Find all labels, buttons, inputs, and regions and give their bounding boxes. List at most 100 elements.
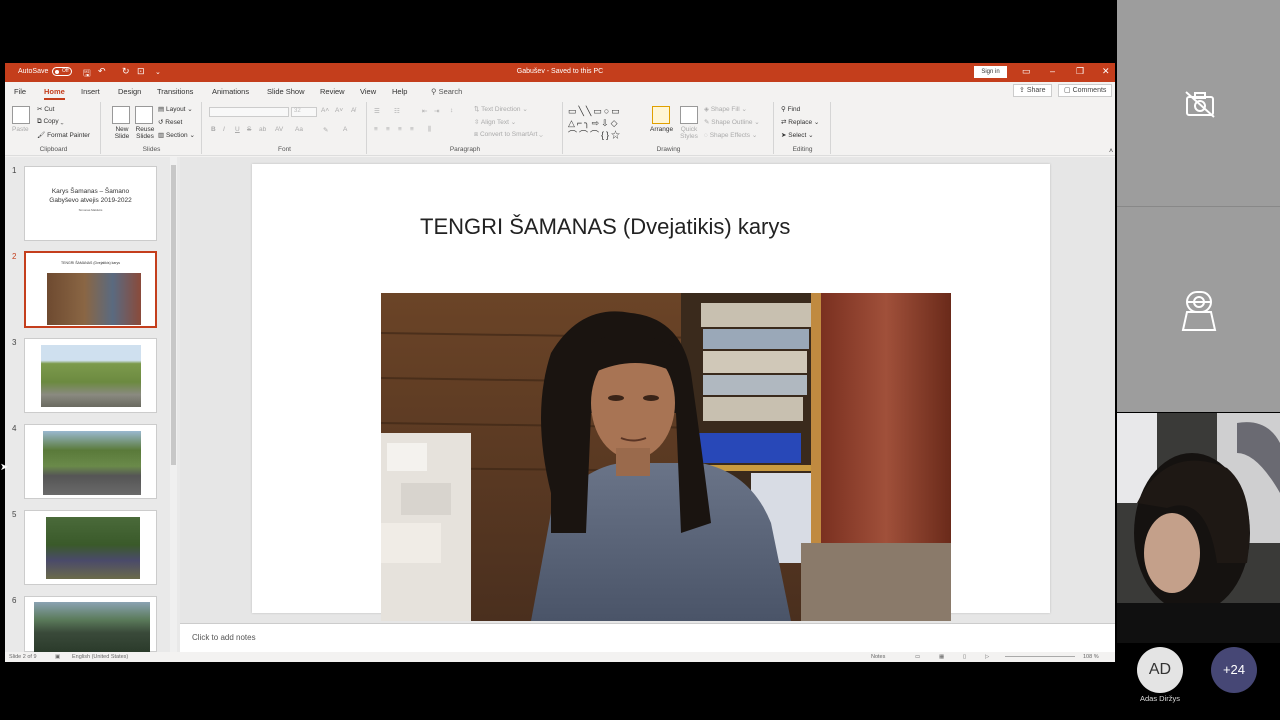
tab-animations[interactable]: Animations bbox=[212, 87, 249, 96]
font-family-box[interactable] bbox=[209, 107, 289, 117]
participant-video[interactable] bbox=[1117, 413, 1280, 643]
select-button[interactable]: ➤ Select ⌄ bbox=[781, 131, 814, 139]
slide-thumbnail-4[interactable] bbox=[24, 424, 157, 499]
normal-view-icon[interactable]: ▭ bbox=[915, 654, 920, 660]
align-text-button[interactable]: ⇳ Align Text ⌄ bbox=[474, 118, 516, 126]
ribbon-display-icon[interactable]: ▭ bbox=[1022, 66, 1031, 77]
section-button[interactable]: ▥ Section ⌄ bbox=[158, 131, 195, 139]
notes-toggle[interactable]: Notes bbox=[871, 654, 885, 660]
slide-thumbnail-3[interactable] bbox=[24, 338, 157, 413]
bold-button[interactable]: B bbox=[211, 126, 216, 133]
language-label[interactable]: English (United States) bbox=[72, 654, 128, 660]
new-slide-icon[interactable] bbox=[112, 106, 130, 124]
slide-photo-shaman[interactable] bbox=[381, 293, 951, 621]
webcam-icon[interactable] bbox=[1179, 290, 1219, 332]
tab-slide-show[interactable]: Slide Show bbox=[267, 87, 305, 96]
shadow-button[interactable]: ab bbox=[259, 126, 266, 133]
tab-review[interactable]: Review bbox=[320, 87, 345, 96]
cut-button[interactable]: ✂ Cut bbox=[37, 105, 54, 113]
paste-icon[interactable] bbox=[12, 106, 30, 124]
font-color-icon[interactable]: A bbox=[343, 126, 347, 133]
slide-sorter-icon[interactable]: ▦ bbox=[939, 654, 944, 660]
search-box[interactable]: ⚲ Search bbox=[431, 87, 462, 96]
convert-smartart-button[interactable]: ⧈ Convert to SmartArt ⌄ bbox=[474, 131, 543, 139]
collapse-ribbon-icon[interactable]: ˄ bbox=[1109, 148, 1113, 155]
shapes-gallery[interactable]: ▭╲╲▭○▭ △⌐╮⇨⇩◇ ⌒⌒⌒{}☆ bbox=[568, 105, 642, 141]
highlight-icon[interactable]: ✎ bbox=[323, 126, 328, 134]
current-slide[interactable]: TENGRI ŠAMANAS (Dvejatikis) karys bbox=[252, 164, 1050, 621]
tab-home[interactable]: Home bbox=[44, 87, 65, 100]
slide-thumbnail-6[interactable] bbox=[24, 596, 157, 653]
reading-view-icon[interactable]: ▯ bbox=[963, 654, 966, 660]
align-right-icon[interactable]: ≡ bbox=[398, 126, 402, 133]
shape-outline-button[interactable]: ✎ Shape Outline ⌄ bbox=[704, 118, 760, 126]
quick-styles-button[interactable]: Quick Styles bbox=[678, 126, 700, 140]
reuse-slides-button[interactable]: Reuse Slides bbox=[133, 126, 157, 140]
justify-icon[interactable]: ≡ bbox=[410, 126, 414, 133]
clear-format-icon[interactable]: A̸ bbox=[351, 107, 355, 114]
notes-pane[interactable]: Click to add notes bbox=[180, 623, 1115, 652]
zoom-level[interactable]: 108 % bbox=[1083, 654, 1099, 660]
tab-help[interactable]: Help bbox=[392, 87, 407, 96]
tab-file[interactable]: File bbox=[14, 87, 26, 96]
indent-decrease-icon[interactable]: ⇤ bbox=[422, 107, 427, 115]
scrollbar-thumb[interactable] bbox=[171, 165, 176, 465]
char-spacing-button[interactable]: AV bbox=[275, 126, 283, 133]
text-direction-button[interactable]: ⇅ Text Direction ⌄ bbox=[474, 105, 528, 113]
camera-off-icon[interactable] bbox=[1184, 90, 1216, 118]
tab-transitions[interactable]: Transitions bbox=[157, 87, 193, 96]
indent-increase-icon[interactable]: ⇥ bbox=[434, 107, 439, 115]
minimize-icon[interactable]: – bbox=[1050, 66, 1055, 76]
numbering-icon[interactable]: ☷ bbox=[394, 107, 400, 115]
change-case-button[interactable]: Aa bbox=[295, 126, 303, 133]
decrease-font-icon[interactable]: A˅ bbox=[335, 107, 343, 114]
zoom-slider[interactable] bbox=[1005, 656, 1075, 657]
tab-design[interactable]: Design bbox=[118, 87, 141, 96]
comments-button[interactable]: ▢ Comments bbox=[1058, 84, 1113, 97]
reuse-slides-icon[interactable] bbox=[135, 106, 153, 124]
strikethrough-button[interactable]: S bbox=[247, 126, 251, 133]
font-size-box[interactable]: 32 bbox=[291, 107, 317, 117]
quick-styles-icon[interactable] bbox=[680, 106, 698, 124]
line-spacing-icon[interactable]: ↕ bbox=[450, 107, 453, 114]
thumbnail-scrollbar[interactable] bbox=[170, 157, 177, 652]
editing-group: ⚲ Find ⇄ Replace ⌄ ➤ Select ⌄ Editing bbox=[775, 102, 831, 154]
align-left-icon[interactable]: ≡ bbox=[374, 126, 378, 133]
replace-button[interactable]: ⇄ Replace ⌄ bbox=[781, 118, 819, 126]
slide-thumbnail-5[interactable] bbox=[24, 510, 157, 585]
share-button[interactable]: ⇪ Share bbox=[1013, 84, 1052, 97]
arrange-icon[interactable] bbox=[652, 106, 670, 124]
search-label: Search bbox=[438, 87, 463, 96]
tab-insert[interactable]: Insert bbox=[81, 87, 100, 96]
slide-thumbnail-2[interactable]: TENGRI ŠAMANAS (Dvejatikis) karys bbox=[24, 251, 157, 328]
slideshow-view-icon[interactable]: ▷ bbox=[985, 654, 989, 660]
close-icon[interactable]: ✕ bbox=[1102, 66, 1110, 77]
paint-bucket-icon: ◈ bbox=[704, 106, 709, 113]
slide-thumbnail-1[interactable]: Karys Šamanas – Šamano Gabyševo atvejis … bbox=[24, 166, 157, 241]
italic-button[interactable]: I bbox=[223, 126, 225, 133]
shape-effects-button[interactable]: ◌ Shape Effects ⌄ bbox=[704, 131, 757, 139]
format-painter-button[interactable]: 🖌 Format Painter bbox=[37, 131, 90, 139]
slide-title[interactable]: TENGRI ŠAMANAS (Dvejatikis) karys bbox=[420, 214, 790, 240]
reset-button[interactable]: ↺ Reset bbox=[158, 118, 182, 126]
align-center-icon[interactable]: ≡ bbox=[386, 126, 390, 133]
thumb-photo-group bbox=[43, 431, 141, 495]
shape-fill-button[interactable]: ◈ Shape Fill ⌄ bbox=[704, 105, 747, 113]
participant-avatar[interactable]: AD bbox=[1137, 647, 1183, 693]
share-label: Share bbox=[1026, 87, 1046, 94]
layout-button[interactable]: ▤ Layout ⌄ bbox=[158, 105, 193, 113]
increase-font-icon[interactable]: A˄ bbox=[321, 107, 329, 114]
columns-icon[interactable]: ⫼ bbox=[428, 126, 431, 134]
accessibility-icon[interactable]: ▣ bbox=[55, 654, 60, 660]
more-participants-button[interactable]: +24 bbox=[1211, 647, 1257, 693]
paste-button[interactable]: Paste bbox=[12, 126, 29, 133]
arrange-button[interactable]: Arrange bbox=[650, 126, 673, 133]
sign-in-button[interactable]: Sign in bbox=[974, 66, 1007, 78]
copy-button[interactable]: ⧉ Copy ⌄ bbox=[37, 118, 64, 126]
restore-icon[interactable]: ❐ bbox=[1076, 66, 1084, 77]
underline-button[interactable]: U bbox=[235, 126, 240, 133]
find-button[interactable]: ⚲ Find bbox=[781, 105, 800, 113]
tab-view[interactable]: View bbox=[360, 87, 376, 96]
bullets-icon[interactable]: ☰ bbox=[374, 107, 380, 115]
new-slide-button[interactable]: New Slide bbox=[110, 126, 134, 140]
